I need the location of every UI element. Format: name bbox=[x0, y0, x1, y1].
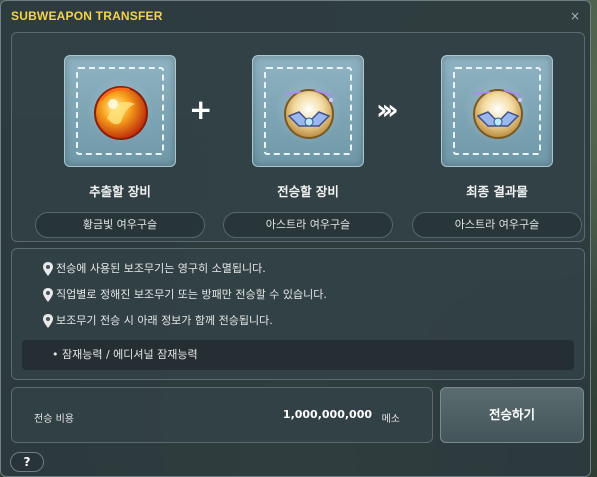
info-panel: 전승에 사용된 보조무기는 영구히 소멸됩니다. 직업별로 정해진 보조무기 또… bbox=[11, 248, 585, 380]
transferred-item-text: 잠재능력 / 에디셔널 잠재능력 bbox=[62, 348, 198, 361]
extract-slot-label: 추출할 장비 bbox=[89, 184, 151, 199]
location-pin-icon bbox=[43, 262, 53, 276]
transfer-button[interactable]: 전승하기 bbox=[440, 387, 584, 443]
transfer-item-slot[interactable] bbox=[252, 55, 364, 167]
info-text: 직업별로 정해진 보조무기 또는 방패만 전승할 수 있습니다. bbox=[56, 288, 327, 301]
plus-icon: + bbox=[189, 93, 213, 126]
items-panel: 추출할 장비 황금빛 여우구슬 + 전승할 장비 아스트라 여우구슬 ››› 최… bbox=[11, 32, 585, 242]
window-title: SUBWEAPON TRANSFER bbox=[11, 9, 163, 23]
location-pin-icon bbox=[43, 314, 53, 328]
info-line: 보조무기 전승 시 아래 정보가 함께 전승됩니다. bbox=[43, 313, 273, 329]
result-slot-label: 최종 결과물 bbox=[466, 184, 528, 199]
help-button[interactable]: ? bbox=[10, 452, 44, 472]
extract-item-name: 황금빛 여우구슬 bbox=[35, 212, 205, 238]
cost-label: 전승 비용 bbox=[34, 414, 74, 425]
result-item-slot bbox=[441, 55, 553, 167]
cost-value: 1,000,000,000 bbox=[282, 408, 372, 421]
info-line: 전승에 사용된 보조무기는 영구히 소멸됩니다. bbox=[43, 261, 266, 277]
transfer-slot-label: 전승할 장비 bbox=[277, 184, 339, 199]
bullet-icon: • bbox=[52, 348, 59, 361]
info-text: 보조무기 전승 시 아래 정보가 함께 전승됩니다. bbox=[56, 314, 273, 327]
golden-fox-orb-icon bbox=[94, 86, 148, 140]
transfer-item-name: 아스트라 여우구슬 bbox=[223, 212, 393, 238]
info-line: 직업별로 정해진 보조무기 또는 방패만 전승할 수 있습니다. bbox=[43, 287, 327, 303]
result-item-name: 아스트라 여우구슬 bbox=[412, 212, 582, 238]
info-text: 전승에 사용된 보조무기는 영구히 소멸됩니다. bbox=[56, 262, 266, 275]
location-pin-icon bbox=[43, 288, 53, 302]
extract-slot-group: 추출할 장비 황금빛 여우구슬 bbox=[35, 55, 205, 238]
extract-item-slot[interactable] bbox=[64, 55, 176, 167]
title-bar[interactable]: SUBWEAPON TRANSFER × bbox=[1, 1, 590, 31]
double-chevron-right-icon: ››› bbox=[376, 93, 398, 126]
subweapon-transfer-window: SUBWEAPON TRANSFER × 추출할 장비 황금빛 여우구슬 + 전… bbox=[0, 0, 591, 477]
close-icon[interactable]: × bbox=[568, 9, 582, 23]
list-item: • 잠재능력 / 에디셔널 잠재능력 bbox=[52, 348, 198, 362]
cost-panel: 전승 비용 1,000,000,000 메소 bbox=[11, 387, 433, 443]
result-slot-group: 최종 결과물 아스트라 여우구슬 bbox=[412, 55, 582, 238]
cost-unit: 메소 bbox=[381, 414, 400, 425]
transfer-slot-group: 전승할 장비 아스트라 여우구슬 bbox=[223, 55, 393, 238]
astra-fox-orb-icon bbox=[473, 89, 523, 139]
astra-fox-orb-icon bbox=[284, 89, 334, 139]
transferred-info-box: • 잠재능력 / 에디셔널 잠재능력 bbox=[22, 340, 574, 370]
